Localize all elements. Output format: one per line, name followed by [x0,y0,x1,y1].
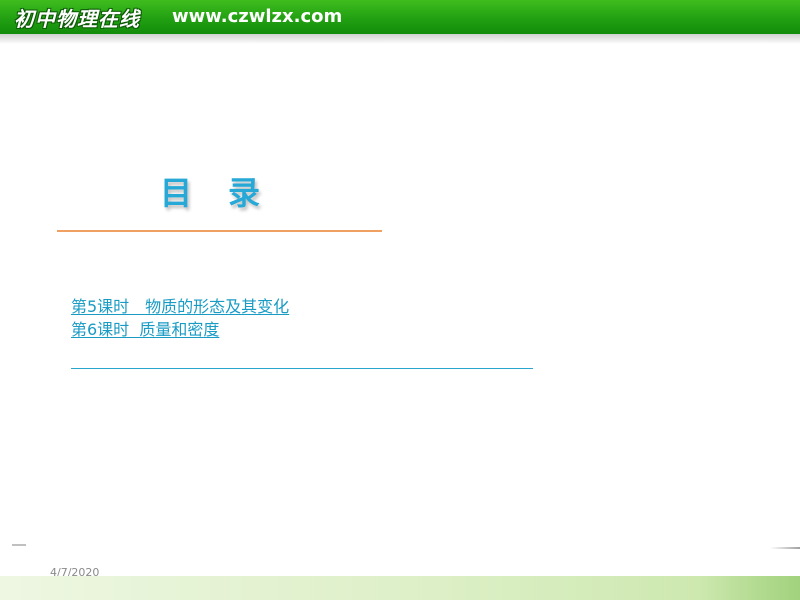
toc-link-lesson-6[interactable]: 第6课时 质量和密度 [71,318,289,341]
toc-divider [71,368,533,369]
top-banner: 初中物理在线 www.czwlzx.com [0,0,800,34]
toc-link-lesson-5[interactable]: 第5课时 物质的形态及其变化 [71,295,289,318]
banner-shadow [0,34,800,44]
slide: 初中物理在线 www.czwlzx.com 目 录 第5课时 物质的形态及其变化… [0,0,800,600]
bottom-band-accent [700,576,800,600]
left-decor-mark [12,544,26,546]
title-divider [57,230,382,232]
site-logo: 初中物理在线 [14,7,140,31]
page-title: 目 录 [160,168,280,218]
title-char-1: 目 [160,174,193,212]
right-decor-mark [770,547,800,549]
bottom-band [0,576,800,600]
site-url: www.czwlzx.com [172,6,343,27]
table-of-contents: 第5课时 物质的形态及其变化 第6课时 质量和密度 [71,295,289,341]
title-char-2: 录 [228,174,261,212]
